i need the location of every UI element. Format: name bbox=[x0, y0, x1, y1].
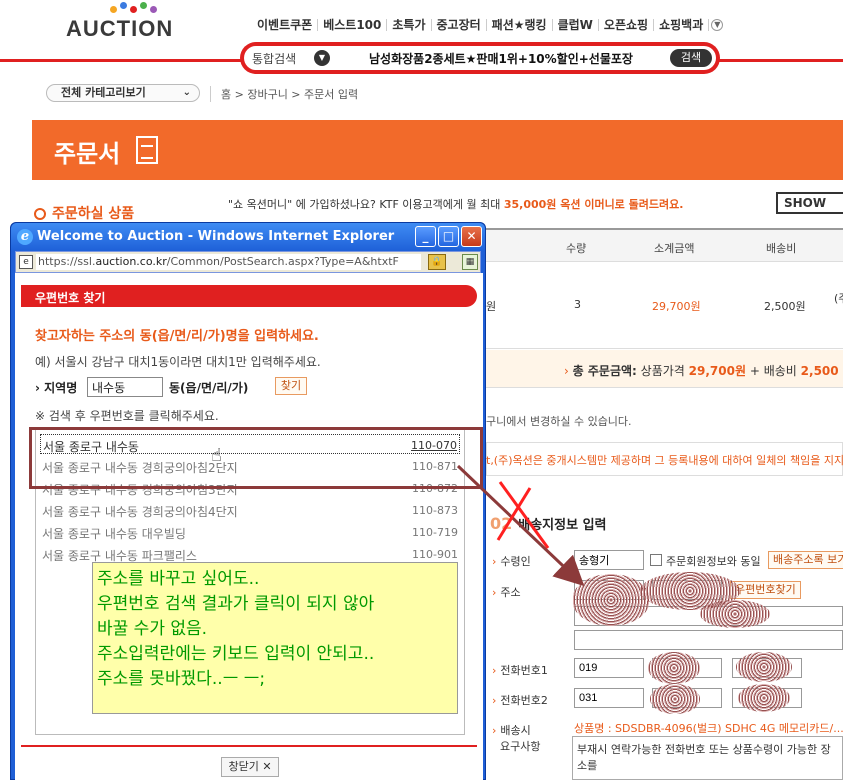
annotation-arrow bbox=[456, 464, 585, 587]
red-cross-mark bbox=[498, 481, 550, 549]
annotation-overlay bbox=[456, 464, 585, 587]
red-cross-mark bbox=[496, 487, 532, 541]
